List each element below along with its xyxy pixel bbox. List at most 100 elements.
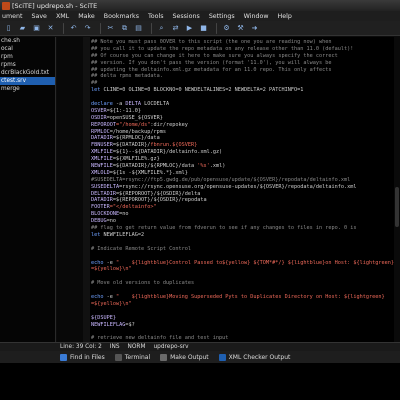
code-line[interactable]: let NEWFILEFLAG=2 bbox=[91, 232, 400, 239]
code-line[interactable]: =${yellow}\n" bbox=[91, 266, 400, 273]
code-line[interactable]: BLOCKDONE=no bbox=[91, 211, 400, 218]
code-line[interactable] bbox=[91, 273, 400, 280]
code-line[interactable]: XMLOLD=${1s -${XMLFILE%.*}.xml} bbox=[91, 170, 400, 177]
sidebar-file-item[interactable]: rpms bbox=[0, 61, 55, 69]
code-line[interactable]: # Indicate Remote Script Control bbox=[91, 246, 400, 253]
code-line[interactable]: ## delta rpms metadata. bbox=[91, 73, 400, 80]
find-icon[interactable]: ⌕ bbox=[156, 23, 167, 34]
code-token: ## flag to get return value from fdverun… bbox=[91, 225, 357, 232]
menu-item-ument[interactable]: ument bbox=[2, 13, 22, 20]
code-line[interactable]: XMLFILE=${XMLFILE%.gz} bbox=[91, 156, 400, 163]
open-file-icon[interactable]: ▰ bbox=[17, 23, 28, 34]
code-line[interactable] bbox=[91, 308, 400, 315]
code-line[interactable]: #SUSEDELTA=rsync://ftp5.gwdg.de/pub/open… bbox=[91, 177, 400, 184]
code-line[interactable] bbox=[91, 239, 400, 246]
code-line[interactable]: NEWFILE=${DATADIR}/${RPMLOC}/data '%s'.x… bbox=[91, 163, 400, 170]
code-line[interactable] bbox=[91, 94, 400, 101]
sidebar-file-item[interactable]: che.sh bbox=[0, 37, 55, 45]
code-line[interactable]: ${DSUPE} bbox=[91, 315, 400, 322]
code-line[interactable]: OSDIR=openSUSE_${OSVER} bbox=[91, 115, 400, 122]
code-line[interactable]: DATADIR=${REPOROOT}/${OSDIR}/repodata bbox=[91, 197, 400, 204]
code-line[interactable]: echo -e " ${lightblue}Control Passed to$… bbox=[91, 260, 400, 267]
code-line[interactable]: DELTADIR=${REPOROOT}/${OSDIR}/delta bbox=[91, 191, 400, 198]
code-line[interactable]: REPOROOT="/home/ds":dir/repokey bbox=[91, 122, 400, 129]
build-icon[interactable]: ⚙ bbox=[221, 23, 232, 34]
menu-item-bookmarks[interactable]: Bookmarks bbox=[104, 13, 139, 20]
menu-item-make[interactable]: Make bbox=[78, 13, 95, 20]
tab-make-output[interactable]: Make Output bbox=[160, 353, 209, 361]
code-line[interactable]: ## bbox=[91, 80, 400, 87]
save-icon[interactable]: ▣ bbox=[31, 23, 42, 34]
menu-item-sessions[interactable]: Sessions bbox=[173, 13, 200, 20]
menu-item-save[interactable]: Save bbox=[31, 13, 46, 20]
menu-item-window[interactable]: Window bbox=[244, 13, 269, 20]
menu-item-tools[interactable]: Tools bbox=[148, 13, 164, 20]
code-token: =no bbox=[119, 211, 129, 218]
code-line[interactable] bbox=[91, 287, 400, 294]
code-line[interactable]: ## updating the deltainfo.xml.gz metadat… bbox=[91, 67, 400, 74]
code-line[interactable]: OSVER=${1:-11.0} bbox=[91, 108, 400, 115]
scrollbar-thumb[interactable] bbox=[395, 187, 399, 227]
code-token: :dir/repokey bbox=[150, 121, 188, 128]
code-line[interactable]: RPMLOC=/home/backup/rpms bbox=[91, 129, 400, 136]
status-filename: updrepo-srv bbox=[153, 344, 189, 350]
code-line[interactable]: ## you call it to update the repo metada… bbox=[91, 46, 400, 53]
stop-icon[interactable]: ■ bbox=[198, 23, 209, 34]
code-token: ="/home/ds" bbox=[116, 121, 151, 128]
sidebar-file-item[interactable]: merge bbox=[0, 85, 55, 93]
code-line[interactable]: SUSEDELTA=rsync://rsync.opensuse.org/ope… bbox=[91, 184, 400, 191]
code-line[interactable]: XMLFILE=${1}--${DATADIR}/deltainfo.xml.g… bbox=[91, 149, 400, 156]
cut-icon[interactable]: ✂ bbox=[105, 23, 116, 34]
copy-icon[interactable]: ⧉ bbox=[119, 23, 130, 34]
tab-xml-checker-output[interactable]: XML Checker Output bbox=[218, 353, 290, 361]
new-file-icon[interactable]: ▯ bbox=[3, 23, 14, 34]
menu-item-help[interactable]: Help bbox=[277, 13, 291, 20]
sidebar-file-item[interactable]: rpm bbox=[0, 53, 55, 61]
code-line[interactable]: declare -a DELTA LOCDELTA bbox=[91, 101, 400, 108]
tab-terminal[interactable]: Terminal bbox=[114, 353, 150, 361]
code-line[interactable]: DEBUG=no bbox=[91, 218, 400, 225]
code-line[interactable]: FOOTER="</deltainfo>" bbox=[91, 204, 400, 211]
code-line[interactable]: echo -e " ${lightblue}Moving Superseded … bbox=[91, 294, 400, 301]
close-icon[interactable]: ✕ bbox=[45, 23, 56, 34]
menu-item-settings[interactable]: Settings bbox=[209, 13, 235, 20]
sidebar-file-item[interactable]: ocal bbox=[0, 45, 55, 53]
compile-icon[interactable]: ⚒ bbox=[235, 23, 246, 34]
code-token: declare bbox=[91, 101, 116, 108]
paste-icon[interactable]: ▤ bbox=[133, 23, 144, 34]
code-token: XMLFILE bbox=[91, 149, 113, 156]
code-line[interactable] bbox=[91, 328, 400, 335]
fold-margin[interactable] bbox=[83, 37, 90, 342]
code-editor[interactable]: ## Note you must pass 0OVER to this scri… bbox=[57, 37, 400, 342]
code-line[interactable]: # Move old versions to duplicates bbox=[91, 280, 400, 287]
toolbar-separator bbox=[100, 22, 101, 34]
code-line[interactable]: NEWFILEFLAG=$? bbox=[91, 322, 400, 329]
code-line[interactable]: DATADIR=${RPMLOC}/data bbox=[91, 135, 400, 142]
code-line[interactable]: FBNUSER=${DATADIR}/fbnrun.${OSVER} bbox=[91, 142, 400, 149]
go-icon[interactable]: ➜ bbox=[249, 23, 260, 34]
replace-icon[interactable]: ⇄ bbox=[170, 23, 181, 34]
undo-icon[interactable]: ↶ bbox=[68, 23, 79, 34]
redo-icon[interactable]: ↷ bbox=[82, 23, 93, 34]
code-line[interactable]: =${yellow}\n" bbox=[91, 301, 400, 308]
menu-item-xml[interactable]: XML bbox=[56, 13, 69, 20]
code-token: ## Note you must pass 0OVER to this scri… bbox=[91, 39, 332, 45]
code-token: '%s' bbox=[197, 163, 210, 170]
run-icon[interactable]: ▶ bbox=[184, 23, 195, 34]
code-line[interactable]: ## Note you must pass 0OVER to this scri… bbox=[91, 39, 400, 46]
sidebar-file-item[interactable]: dcrBlackGold.txt bbox=[0, 69, 55, 77]
code-line[interactable]: ## flag to get return value from fdverun… bbox=[91, 225, 400, 232]
tab-find-in-files[interactable]: Find in Files bbox=[60, 353, 105, 361]
vertical-scrollbar[interactable] bbox=[394, 37, 400, 342]
code-token: .xml) bbox=[209, 163, 226, 170]
code-token: BLOCKDONE bbox=[91, 211, 120, 218]
code-line[interactable]: ## version. If you don't pass the versio… bbox=[91, 60, 400, 67]
code-line[interactable]: # retrieve new deltainfo file and test i… bbox=[91, 335, 400, 342]
code-line[interactable]: ## Of course you can change it here to m… bbox=[91, 53, 400, 60]
code-line[interactable] bbox=[91, 253, 400, 260]
code-text[interactable]: ## Note you must pass 0OVER to this scri… bbox=[91, 39, 400, 342]
code-token: -e bbox=[106, 259, 116, 266]
code-line[interactable]: let CLINE=0 OLINE=0 BLOCKNO=0 NEWDELTALI… bbox=[91, 87, 400, 94]
sidebar-file-item[interactable]: ctest.srv bbox=[0, 77, 55, 85]
code-token: =${1}--${DATADIR}/deltainfo.xml.gz) bbox=[112, 149, 223, 156]
